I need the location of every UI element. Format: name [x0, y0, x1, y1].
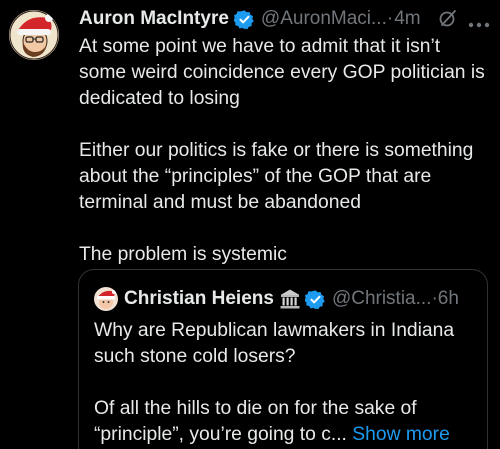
- tweet-text-line: terminal and must be abandoned: [79, 192, 361, 213]
- tweet-text-line: At some point we have to admit that it i…: [79, 36, 441, 57]
- tweet-text-line: Either our politics is fake or there is …: [79, 140, 474, 161]
- quoted-author-handle[interactable]: @Christia...: [332, 288, 432, 310]
- more-options-icon[interactable]: [468, 15, 490, 28]
- tweet-text-line: about the “principles” of the GOP that a…: [79, 166, 432, 187]
- quoted-text-line: Why are Republican lawmakers in Indiana: [94, 320, 455, 341]
- verified-badge-icon: [304, 289, 326, 310]
- tweet-text: At some point we have to admit that it i…: [79, 34, 494, 268]
- timestamp[interactable]: 4m: [394, 6, 420, 32]
- verified-badge-icon: [233, 9, 255, 30]
- author-avatar[interactable]: [9, 10, 59, 60]
- tweet-text-line: The problem is systemic: [79, 244, 287, 265]
- quoted-text-line: Of all the hills to die on for the sake …: [94, 398, 417, 419]
- quoted-text-truncated: “principle”, you’re going to c...: [94, 424, 347, 445]
- tweet-text-line: dedicated to losing: [79, 88, 240, 109]
- author-handle[interactable]: @AuronMaci...: [261, 6, 387, 32]
- grok-icon[interactable]: [438, 8, 458, 28]
- quoted-timestamp[interactable]: 6h: [438, 288, 459, 310]
- quoted-tweet-text: Why are Republican lawmakers in Indiana …: [94, 318, 479, 448]
- separator-dot: ·: [386, 8, 394, 29]
- classical-building-icon: [279, 288, 301, 310]
- avatar-santa-portrait-icon: [9, 10, 59, 60]
- quoted-text-line-truncated: “principle”, you’re going to c... Show m…: [94, 422, 479, 448]
- quoted-author-avatar[interactable]: [94, 287, 118, 311]
- tweet[interactable]: Auron MacIntyre @AuronMaci... · 4m At so…: [0, 0, 500, 449]
- quoted-tweet-header: Christian Heiens @Christia... · 6h: [94, 286, 459, 312]
- avatar-santa-portrait-icon: [94, 287, 118, 311]
- quoted-text-line: such stone cold losers?: [94, 346, 296, 367]
- quoted-tweet[interactable]: Christian Heiens @Christia... · 6h Why a…: [78, 269, 488, 449]
- show-more-link[interactable]: Show more: [352, 424, 450, 445]
- quoted-author-name[interactable]: Christian Heiens: [124, 288, 274, 310]
- tweet-text-line: some weird coincidence every GOP politic…: [79, 62, 485, 83]
- author-name[interactable]: Auron MacIntyre: [79, 6, 229, 32]
- tweet-header: Auron MacIntyre @AuronMaci... · 4m: [79, 6, 421, 32]
